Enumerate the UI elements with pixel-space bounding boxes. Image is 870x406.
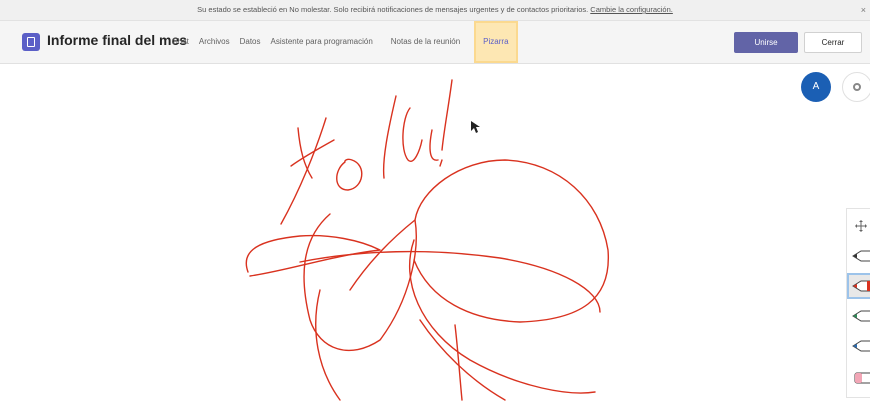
green-pen-icon[interactable] (847, 303, 870, 329)
tab-notas[interactable]: Notas de la reunión (391, 21, 460, 63)
ink-stroke (336, 158, 363, 191)
red-pen-icon[interactable] (847, 273, 870, 299)
ink-stroke (408, 239, 596, 394)
notification-text: Su estado se estableció en No molestar. … (197, 5, 589, 14)
ink-stroke (280, 117, 327, 225)
tab-archivos[interactable]: Archivos (199, 21, 230, 63)
blue-pen-icon[interactable] (847, 333, 870, 359)
whiteboard-canvas[interactable] (0, 64, 870, 406)
close-icon[interactable]: × (861, 0, 866, 20)
ink-stroke (419, 319, 506, 401)
notification-banner: Su estado se estableció en No molestar. … (0, 0, 870, 21)
ink-stroke (441, 79, 453, 151)
ink-stroke (429, 129, 439, 161)
ink-stroke (382, 95, 397, 179)
mouse-pointer-icon (471, 121, 480, 133)
ink-stroke (290, 139, 335, 167)
meeting-icon (22, 33, 40, 51)
tab-bar: Chat Archivos Datos Asistente para progr… (172, 21, 528, 63)
ink-stroke (402, 107, 423, 162)
ink-stroke (245, 234, 381, 277)
tab-chat[interactable]: Chat (172, 21, 189, 63)
ink-toolbar (846, 208, 870, 398)
tab-datos[interactable]: Datos (240, 21, 261, 63)
change-settings-link[interactable]: Cambie la configuración. (590, 5, 673, 14)
move-icon[interactable] (847, 213, 870, 239)
ink-stroke (439, 159, 443, 167)
eraser-icon[interactable] (847, 365, 870, 391)
ink-stroke (303, 213, 417, 351)
ink-stroke (297, 127, 313, 179)
join-button[interactable]: Unirse (734, 32, 798, 53)
black-pen-icon[interactable] (847, 243, 870, 269)
tab-pizarra[interactable]: Pizarra (474, 21, 518, 63)
meeting-header: Informe final del mes Chat Archivos Dato… (0, 21, 870, 64)
tab-asistente[interactable]: Asistente para programación (271, 21, 373, 63)
ink-stroke (413, 159, 609, 323)
close-button[interactable]: Cerrar (804, 32, 862, 53)
meeting-title: Informe final del mes (47, 32, 188, 48)
